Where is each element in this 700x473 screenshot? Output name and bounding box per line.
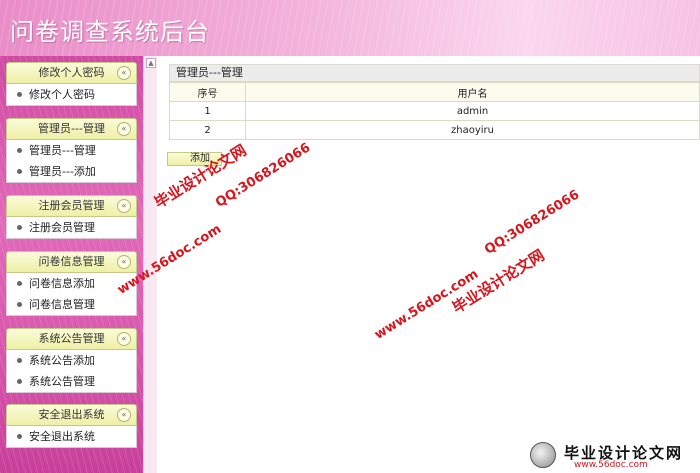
menu-group-survey: 问卷信息管理 « 问卷信息添加 问卷信息管理: [6, 251, 137, 316]
sidebar-item-admin-add[interactable]: 管理员---添加: [7, 161, 136, 182]
bullet-icon: [17, 357, 22, 363]
admin-table: 序号 用户名 1 admin 2 zhaoyiru: [169, 82, 700, 140]
collapse-icon[interactable]: «: [117, 66, 131, 80]
collapse-icon[interactable]: «: [117, 332, 131, 346]
table-row: 2 zhaoyiru: [169, 120, 700, 140]
bullet-icon: [17, 301, 22, 307]
table-row: 1 admin: [169, 101, 700, 121]
globe-icon: [530, 442, 556, 468]
bullet-icon: [17, 91, 22, 97]
sidebar-item-admin-manage[interactable]: 管理员---管理: [7, 140, 136, 161]
app-header: 问卷调查系统后台: [0, 0, 700, 56]
menu-group-header[interactable]: 问卷信息管理 «: [6, 251, 137, 273]
menu-group-password: 修改个人密码 « 修改个人密码: [6, 62, 137, 106]
menu-group-title: 问卷信息管理: [38, 255, 105, 268]
menu-group-header[interactable]: 管理员---管理 «: [6, 118, 137, 140]
cell-index: 1: [169, 101, 246, 121]
menu-group-header[interactable]: 修改个人密码 «: [6, 62, 137, 84]
cell-username: zhaoyiru: [245, 120, 700, 140]
collapse-icon[interactable]: «: [117, 255, 131, 269]
sidebar-item-notice-add[interactable]: 系统公告添加: [7, 350, 136, 371]
sidebar-item-survey-manage[interactable]: 问卷信息管理: [7, 294, 136, 315]
collapse-icon[interactable]: «: [117, 408, 131, 422]
menu-group-header[interactable]: 注册会员管理 «: [6, 195, 137, 217]
menu-group-title: 安全退出系统: [38, 408, 105, 421]
menu-group-title: 注册会员管理: [38, 199, 105, 212]
sidebar-item-member-manage[interactable]: 注册会员管理: [7, 217, 136, 238]
menu-group-title: 修改个人密码: [38, 66, 105, 79]
site-logo: 毕业设计论文网 www.56doc.com: [530, 440, 698, 472]
menu-group-header[interactable]: 安全退出系统 «: [6, 404, 137, 426]
menu-group-members: 注册会员管理 « 注册会员管理: [6, 195, 137, 239]
logo-url: www.56doc.com: [574, 460, 648, 470]
sidebar-item-change-password[interactable]: 修改个人密码: [7, 84, 136, 105]
sidebar-scrollbar[interactable]: ▲: [143, 56, 157, 473]
bullet-icon: [17, 168, 22, 174]
column-header-index: 序号: [169, 82, 246, 102]
collapse-icon[interactable]: «: [117, 199, 131, 213]
scroll-up-icon[interactable]: ▲: [146, 58, 156, 68]
bullet-icon: [17, 280, 22, 286]
panel-title: 管理员---管理: [169, 64, 700, 82]
collapse-icon[interactable]: «: [117, 122, 131, 136]
main-content: 管理员---管理 序号 用户名 1 admin 2 zhaoyiru 添加: [157, 56, 700, 473]
bullet-icon: [17, 147, 22, 153]
sidebar-item-notice-manage[interactable]: 系统公告管理: [7, 371, 136, 392]
cell-index: 2: [169, 120, 246, 140]
menu-group-admin: 管理员---管理 « 管理员---管理 管理员---添加: [6, 118, 137, 183]
sidebar-item-logout[interactable]: 安全退出系统: [7, 426, 136, 447]
app-title: 问卷调查系统后台: [10, 18, 210, 46]
cell-username: admin: [245, 101, 700, 121]
menu-group-header[interactable]: 系统公告管理 «: [6, 328, 137, 350]
menu-group-logout: 安全退出系统 « 安全退出系统: [6, 404, 137, 448]
menu-group-title: 管理员---管理: [38, 122, 105, 135]
bullet-icon: [17, 433, 22, 439]
column-header-username: 用户名: [245, 82, 700, 102]
sidebar-item-survey-add[interactable]: 问卷信息添加: [7, 273, 136, 294]
bullet-icon: [17, 224, 22, 230]
menu-group-title: 系统公告管理: [38, 332, 105, 345]
sidebar: 修改个人密码 « 修改个人密码 管理员---管理 « 管理员---管理 管理员-…: [0, 56, 143, 473]
menu-group-notice: 系统公告管理 « 系统公告添加 系统公告管理: [6, 328, 137, 393]
add-button[interactable]: 添加: [167, 152, 222, 166]
bullet-icon: [17, 378, 22, 384]
